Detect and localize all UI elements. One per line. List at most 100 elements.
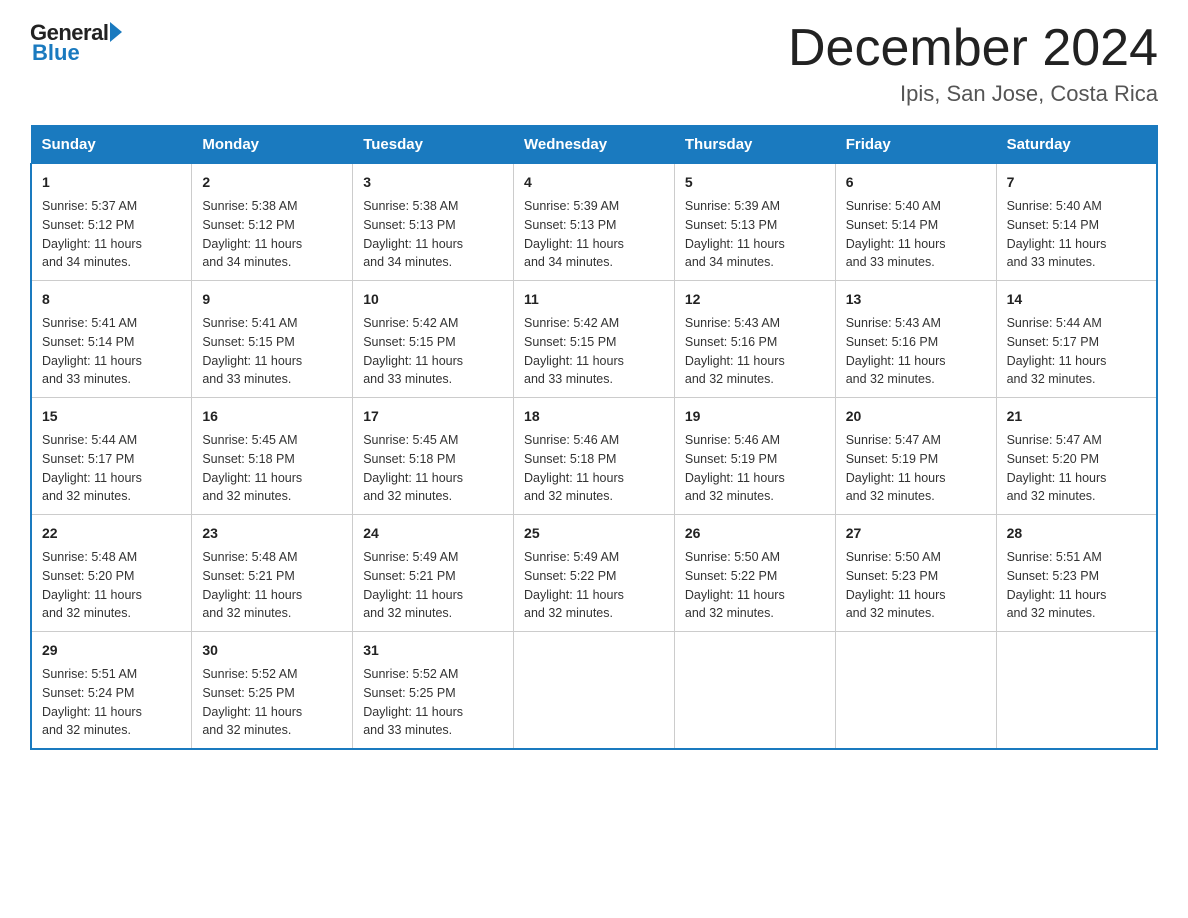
calendar-day-cell: 14 Sunrise: 5:44 AMSunset: 5:17 PMDaylig… — [996, 281, 1157, 398]
calendar-day-cell: 26 Sunrise: 5:50 AMSunset: 5:22 PMDaylig… — [674, 515, 835, 632]
day-number: 14 — [1007, 289, 1146, 310]
day-number: 19 — [685, 406, 825, 427]
day-info: Sunrise: 5:50 AMSunset: 5:23 PMDaylight:… — [846, 550, 946, 620]
calendar-day-cell: 25 Sunrise: 5:49 AMSunset: 5:22 PMDaylig… — [514, 515, 675, 632]
calendar-day-cell — [514, 632, 675, 750]
calendar-week-row: 15 Sunrise: 5:44 AMSunset: 5:17 PMDaylig… — [31, 398, 1157, 515]
day-info: Sunrise: 5:44 AMSunset: 5:17 PMDaylight:… — [1007, 316, 1107, 386]
day-info: Sunrise: 5:43 AMSunset: 5:16 PMDaylight:… — [846, 316, 946, 386]
calendar-day-cell: 24 Sunrise: 5:49 AMSunset: 5:21 PMDaylig… — [353, 515, 514, 632]
calendar-day-cell: 7 Sunrise: 5:40 AMSunset: 5:14 PMDayligh… — [996, 164, 1157, 281]
day-number: 8 — [42, 289, 181, 310]
calendar-week-row: 8 Sunrise: 5:41 AMSunset: 5:14 PMDayligh… — [31, 281, 1157, 398]
day-info: Sunrise: 5:52 AMSunset: 5:25 PMDaylight:… — [202, 667, 302, 737]
day-of-week-header: Monday — [192, 126, 353, 164]
calendar-day-cell: 8 Sunrise: 5:41 AMSunset: 5:14 PMDayligh… — [31, 281, 192, 398]
day-info: Sunrise: 5:49 AMSunset: 5:22 PMDaylight:… — [524, 550, 624, 620]
day-number: 25 — [524, 523, 664, 544]
day-number: 12 — [685, 289, 825, 310]
day-info: Sunrise: 5:47 AMSunset: 5:19 PMDaylight:… — [846, 433, 946, 503]
day-info: Sunrise: 5:39 AMSunset: 5:13 PMDaylight:… — [685, 199, 785, 269]
day-number: 13 — [846, 289, 986, 310]
calendar-day-cell: 21 Sunrise: 5:47 AMSunset: 5:20 PMDaylig… — [996, 398, 1157, 515]
calendar-day-cell: 31 Sunrise: 5:52 AMSunset: 5:25 PMDaylig… — [353, 632, 514, 750]
day-info: Sunrise: 5:44 AMSunset: 5:17 PMDaylight:… — [42, 433, 142, 503]
calendar-day-cell: 19 Sunrise: 5:46 AMSunset: 5:19 PMDaylig… — [674, 398, 835, 515]
calendar-day-cell: 11 Sunrise: 5:42 AMSunset: 5:15 PMDaylig… — [514, 281, 675, 398]
day-number: 15 — [42, 406, 181, 427]
day-info: Sunrise: 5:47 AMSunset: 5:20 PMDaylight:… — [1007, 433, 1107, 503]
day-number: 1 — [42, 172, 181, 193]
day-number: 20 — [846, 406, 986, 427]
calendar-day-cell: 27 Sunrise: 5:50 AMSunset: 5:23 PMDaylig… — [835, 515, 996, 632]
calendar-day-cell: 1 Sunrise: 5:37 AMSunset: 5:12 PMDayligh… — [31, 164, 192, 281]
calendar-day-cell: 3 Sunrise: 5:38 AMSunset: 5:13 PMDayligh… — [353, 164, 514, 281]
logo-arrow-icon — [110, 22, 122, 42]
day-of-week-header: Friday — [835, 126, 996, 164]
calendar-day-cell: 5 Sunrise: 5:39 AMSunset: 5:13 PMDayligh… — [674, 164, 835, 281]
day-info: Sunrise: 5:38 AMSunset: 5:12 PMDaylight:… — [202, 199, 302, 269]
day-of-week-header: Thursday — [674, 126, 835, 164]
calendar-day-cell — [835, 632, 996, 750]
day-info: Sunrise: 5:48 AMSunset: 5:20 PMDaylight:… — [42, 550, 142, 620]
calendar-day-cell: 23 Sunrise: 5:48 AMSunset: 5:21 PMDaylig… — [192, 515, 353, 632]
day-info: Sunrise: 5:40 AMSunset: 5:14 PMDaylight:… — [1007, 199, 1107, 269]
day-number: 27 — [846, 523, 986, 544]
day-info: Sunrise: 5:41 AMSunset: 5:14 PMDaylight:… — [42, 316, 142, 386]
calendar-day-cell: 4 Sunrise: 5:39 AMSunset: 5:13 PMDayligh… — [514, 164, 675, 281]
day-number: 7 — [1007, 172, 1146, 193]
calendar-day-cell: 29 Sunrise: 5:51 AMSunset: 5:24 PMDaylig… — [31, 632, 192, 750]
day-number: 31 — [363, 640, 503, 661]
calendar-day-cell: 20 Sunrise: 5:47 AMSunset: 5:19 PMDaylig… — [835, 398, 996, 515]
day-info: Sunrise: 5:37 AMSunset: 5:12 PMDaylight:… — [42, 199, 142, 269]
day-number: 23 — [202, 523, 342, 544]
calendar-day-cell: 2 Sunrise: 5:38 AMSunset: 5:12 PMDayligh… — [192, 164, 353, 281]
calendar-table: SundayMondayTuesdayWednesdayThursdayFrid… — [30, 125, 1158, 750]
day-info: Sunrise: 5:39 AMSunset: 5:13 PMDaylight:… — [524, 199, 624, 269]
calendar-day-cell — [996, 632, 1157, 750]
day-info: Sunrise: 5:45 AMSunset: 5:18 PMDaylight:… — [202, 433, 302, 503]
calendar-day-cell: 13 Sunrise: 5:43 AMSunset: 5:16 PMDaylig… — [835, 281, 996, 398]
day-number: 26 — [685, 523, 825, 544]
day-info: Sunrise: 5:40 AMSunset: 5:14 PMDaylight:… — [846, 199, 946, 269]
calendar-day-cell: 17 Sunrise: 5:45 AMSunset: 5:18 PMDaylig… — [353, 398, 514, 515]
day-info: Sunrise: 5:46 AMSunset: 5:19 PMDaylight:… — [685, 433, 785, 503]
location-title: Ipis, San Jose, Costa Rica — [788, 81, 1158, 107]
calendar-header-row: SundayMondayTuesdayWednesdayThursdayFrid… — [31, 126, 1157, 164]
calendar-day-cell: 28 Sunrise: 5:51 AMSunset: 5:23 PMDaylig… — [996, 515, 1157, 632]
day-number: 4 — [524, 172, 664, 193]
day-number: 16 — [202, 406, 342, 427]
day-info: Sunrise: 5:46 AMSunset: 5:18 PMDaylight:… — [524, 433, 624, 503]
day-number: 3 — [363, 172, 503, 193]
day-number: 28 — [1007, 523, 1146, 544]
day-of-week-header: Wednesday — [514, 126, 675, 164]
day-info: Sunrise: 5:42 AMSunset: 5:15 PMDaylight:… — [363, 316, 463, 386]
calendar-day-cell: 18 Sunrise: 5:46 AMSunset: 5:18 PMDaylig… — [514, 398, 675, 515]
day-info: Sunrise: 5:50 AMSunset: 5:22 PMDaylight:… — [685, 550, 785, 620]
calendar-day-cell: 9 Sunrise: 5:41 AMSunset: 5:15 PMDayligh… — [192, 281, 353, 398]
day-info: Sunrise: 5:38 AMSunset: 5:13 PMDaylight:… — [363, 199, 463, 269]
day-number: 10 — [363, 289, 503, 310]
day-number: 11 — [524, 289, 664, 310]
day-number: 18 — [524, 406, 664, 427]
calendar-day-cell — [674, 632, 835, 750]
day-info: Sunrise: 5:42 AMSunset: 5:15 PMDaylight:… — [524, 316, 624, 386]
day-number: 2 — [202, 172, 342, 193]
day-number: 21 — [1007, 406, 1146, 427]
logo-blue-text: Blue — [32, 40, 80, 66]
calendar-day-cell: 6 Sunrise: 5:40 AMSunset: 5:14 PMDayligh… — [835, 164, 996, 281]
calendar-day-cell: 12 Sunrise: 5:43 AMSunset: 5:16 PMDaylig… — [674, 281, 835, 398]
day-number: 30 — [202, 640, 342, 661]
day-info: Sunrise: 5:48 AMSunset: 5:21 PMDaylight:… — [202, 550, 302, 620]
day-info: Sunrise: 5:43 AMSunset: 5:16 PMDaylight:… — [685, 316, 785, 386]
page-header: General Blue December 2024 Ipis, San Jos… — [30, 20, 1158, 107]
calendar-day-cell: 30 Sunrise: 5:52 AMSunset: 5:25 PMDaylig… — [192, 632, 353, 750]
day-number: 17 — [363, 406, 503, 427]
day-info: Sunrise: 5:45 AMSunset: 5:18 PMDaylight:… — [363, 433, 463, 503]
day-of-week-header: Sunday — [31, 126, 192, 164]
day-info: Sunrise: 5:51 AMSunset: 5:23 PMDaylight:… — [1007, 550, 1107, 620]
day-info: Sunrise: 5:41 AMSunset: 5:15 PMDaylight:… — [202, 316, 302, 386]
day-info: Sunrise: 5:51 AMSunset: 5:24 PMDaylight:… — [42, 667, 142, 737]
day-number: 6 — [846, 172, 986, 193]
calendar-week-row: 29 Sunrise: 5:51 AMSunset: 5:24 PMDaylig… — [31, 632, 1157, 750]
